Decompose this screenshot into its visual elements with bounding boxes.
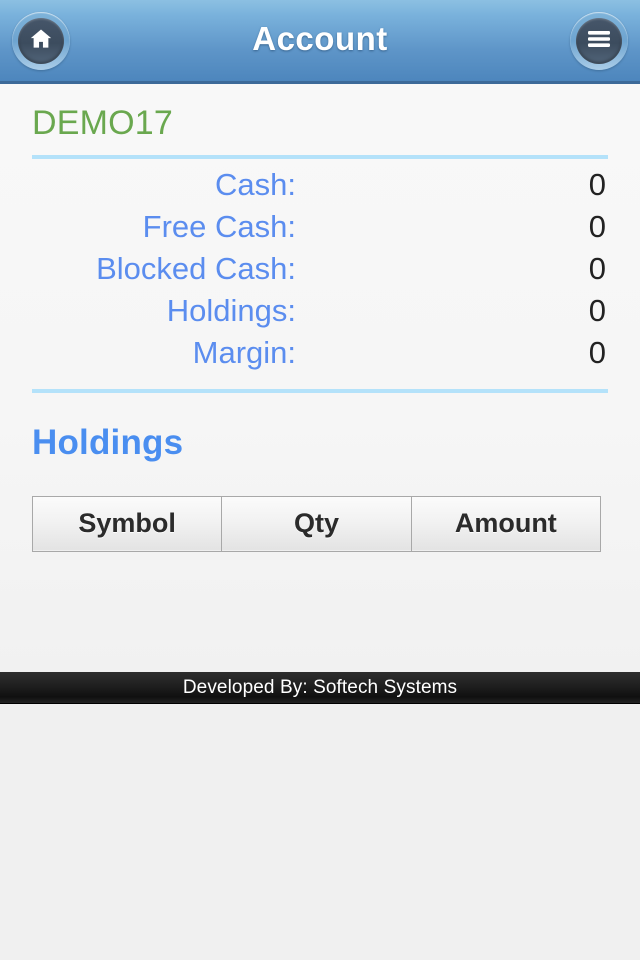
holdings-section-title: Holdings	[32, 422, 184, 462]
summary-row: Holdings: 0	[32, 293, 608, 335]
account-summary: Cash: 0 Free Cash: 0 Blocked Cash: 0 Hol…	[32, 159, 608, 377]
page-title: Account	[252, 20, 388, 57]
summary-label-cash: Cash:	[215, 166, 296, 202]
summary-value-free-cash: 0	[588, 208, 606, 244]
summary-row: Free Cash: 0	[32, 209, 608, 251]
column-header-symbol[interactable]: Symbol	[31, 495, 223, 552]
summary-label-holdings: Holdings:	[166, 292, 296, 328]
account-content: DEMO17 Cash: 0 Free Cash: 0 Blocked Cash…	[0, 84, 640, 672]
divider-bottom	[32, 388, 608, 393]
empty-area	[0, 704, 640, 960]
hamburger-menu-icon	[586, 29, 612, 54]
summary-row: Margin: 0	[32, 335, 608, 377]
column-header-qty[interactable]: Qty	[221, 495, 412, 552]
holdings-table: Symbol Qty Amount	[31, 495, 602, 552]
summary-value-cash: 0	[588, 166, 606, 202]
footer-credit-text: Developed By: Softech Systems	[182, 676, 458, 698]
account-name: DEMO17	[32, 104, 174, 142]
holdings-table-head: Symbol Qty Amount	[31, 495, 602, 552]
account-screen: Account DEMO17 Cash: 0 Free Cash: 0 Bloc…	[0, 0, 640, 960]
app-header: Account	[0, 0, 640, 84]
summary-value-margin: 0	[588, 334, 606, 370]
summary-row: Cash: 0	[32, 167, 608, 209]
menu-button-inner	[576, 18, 622, 64]
summary-label-margin: Margin:	[192, 334, 296, 370]
menu-button[interactable]	[570, 12, 628, 70]
column-header-amount[interactable]: Amount	[410, 495, 602, 552]
app-footer: Developed By: Softech Systems	[0, 672, 640, 704]
table-header-row: Symbol Qty Amount	[31, 495, 602, 552]
summary-label-blocked-cash: Blocked Cash:	[96, 250, 296, 286]
summary-value-blocked-cash: 0	[588, 250, 606, 286]
summary-value-holdings: 0	[588, 292, 606, 328]
summary-label-free-cash: Free Cash:	[142, 208, 296, 244]
summary-row: Blocked Cash: 0	[32, 251, 608, 293]
